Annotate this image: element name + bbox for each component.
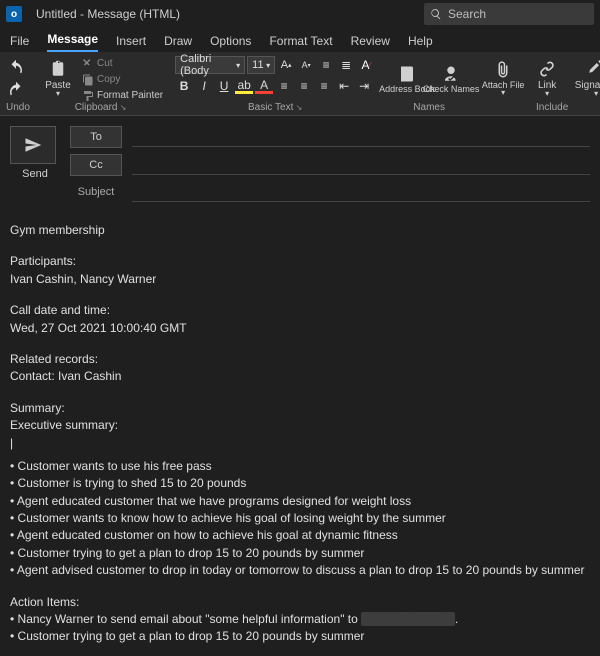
list-item: Customer trying to get a plan to drop 15… <box>10 545 590 562</box>
list-item: Customer wants to use his free pass <box>10 458 590 475</box>
indent-increase-button[interactable]: ⇥ <box>355 77 373 95</box>
summary-header: Summary: <box>10 400 590 417</box>
subject-field[interactable] <box>132 182 590 202</box>
undo-button[interactable] <box>7 59 25 77</box>
search-icon <box>430 8 442 20</box>
align-right-button[interactable]: ≡ <box>315 77 333 95</box>
copy-button[interactable]: Copy <box>82 72 163 87</box>
action-items-list: Nancy Warner to send email about "some h… <box>10 611 590 646</box>
group-include-label: Include <box>483 102 600 115</box>
tab-options[interactable]: Options <box>210 34 251 52</box>
send-label: Send <box>10 168 60 180</box>
search-placeholder: Search <box>448 7 486 21</box>
tab-insert[interactable]: Insert <box>116 34 146 52</box>
call-datetime-header: Call date and time: <box>10 302 590 319</box>
summary-bullets: Customer wants to use his free pass Cust… <box>10 458 590 580</box>
cc-button[interactable]: Cc <box>70 154 122 176</box>
redacted-text: +3538926782746 <box>361 612 455 626</box>
action-items-header: Action Items: <box>10 594 590 611</box>
list-item: Nancy Warner to send email about "some h… <box>10 611 590 628</box>
exec-summary-header: Executive summary: <box>10 417 590 434</box>
tab-message[interactable]: Message <box>47 32 98 52</box>
to-field[interactable] <box>132 127 590 147</box>
compose-header: Send To Cc Subject <box>0 116 600 202</box>
group-basictext-label: Basic Text <box>175 102 375 115</box>
list-item: Customer wants to know how to achieve hi… <box>10 510 590 527</box>
signature-button[interactable]: Signature▾ <box>571 56 600 102</box>
tab-draw[interactable]: Draw <box>164 34 192 52</box>
call-datetime-value: Wed, 27 Oct 2021 10:00:40 GMT <box>10 320 590 337</box>
underline-button[interactable]: U <box>215 77 233 95</box>
address-book-button[interactable]: Address Book <box>387 56 427 102</box>
participants-header: Participants: <box>10 253 590 270</box>
italic-button[interactable]: I <box>195 77 213 95</box>
font-name-select[interactable]: Calibri (Body ▾ <box>175 56 245 74</box>
window-title: Untitled - Message (HTML) <box>36 7 180 21</box>
message-body[interactable]: Gym membership Participants: Ivan Cashin… <box>0 208 600 656</box>
bold-button[interactable]: B <box>175 77 193 95</box>
bullets-button[interactable]: ≡ <box>317 56 335 74</box>
grow-font-button[interactable]: A▴ <box>277 56 295 74</box>
list-item: Agent advised customer to drop in today … <box>10 562 590 579</box>
link-button[interactable]: Link▾ <box>527 56 567 102</box>
shrink-font-button[interactable]: A▾ <box>297 56 315 74</box>
highlight-button[interactable]: ab <box>235 79 253 94</box>
list-item: Customer is trying to shed 15 to 20 poun… <box>10 475 590 492</box>
group-undo-label: Undo <box>6 102 26 115</box>
indent-decrease-button[interactable]: ⇤ <box>335 77 353 95</box>
check-names-button[interactable]: Check Names <box>431 56 471 102</box>
app-icon: o <box>6 6 22 22</box>
styles-button[interactable]: A⁄ <box>357 56 375 74</box>
tab-help[interactable]: Help <box>408 34 433 52</box>
ribbon-tabs: File Message Insert Draw Options Format … <box>0 28 600 52</box>
format-painter-button[interactable]: Format Painter <box>82 88 163 103</box>
list-item: Customer trying to get a plan to drop 15… <box>10 628 590 645</box>
cut-button[interactable]: Cut <box>82 56 163 71</box>
title-bar: o Untitled - Message (HTML) Search <box>0 0 600 28</box>
search-box[interactable]: Search <box>424 3 594 25</box>
list-item: Agent educated customer that we have pro… <box>10 493 590 510</box>
group-names-label: Names <box>387 102 471 115</box>
participants-value: Ivan Cashin, Nancy Warner <box>10 271 590 288</box>
to-button[interactable]: To <box>70 126 122 148</box>
send-button[interactable] <box>10 126 56 164</box>
tab-review[interactable]: Review <box>351 34 390 52</box>
font-size-select[interactable]: 11 ▾ <box>247 56 275 74</box>
redo-button[interactable] <box>7 81 25 99</box>
tab-file[interactable]: File <box>10 34 29 52</box>
cc-field[interactable] <box>132 155 590 175</box>
related-records-header: Related records: <box>10 351 590 368</box>
align-left-button[interactable]: ≡ <box>275 77 293 95</box>
body-title: Gym membership <box>10 222 590 239</box>
font-color-button[interactable]: A <box>255 79 273 94</box>
related-records-value: Contact: Ivan Cashin <box>10 368 590 385</box>
align-center-button[interactable]: ≡ <box>295 77 313 95</box>
tab-format-text[interactable]: Format Text <box>269 34 332 52</box>
attach-file-button[interactable]: Attach File▾ <box>483 56 523 102</box>
ribbon: Undo Paste ▾ Cut Copy Format Painter Cli… <box>0 52 600 116</box>
numbering-button[interactable]: ≣ <box>337 56 355 74</box>
list-item: Agent educated customer on how to achiev… <box>10 527 590 544</box>
group-clipboard-label: Clipboard <box>38 102 163 115</box>
subject-label: Subject <box>70 186 122 198</box>
paste-button[interactable]: Paste ▾ <box>38 56 78 102</box>
text-cursor: | <box>10 435 590 452</box>
